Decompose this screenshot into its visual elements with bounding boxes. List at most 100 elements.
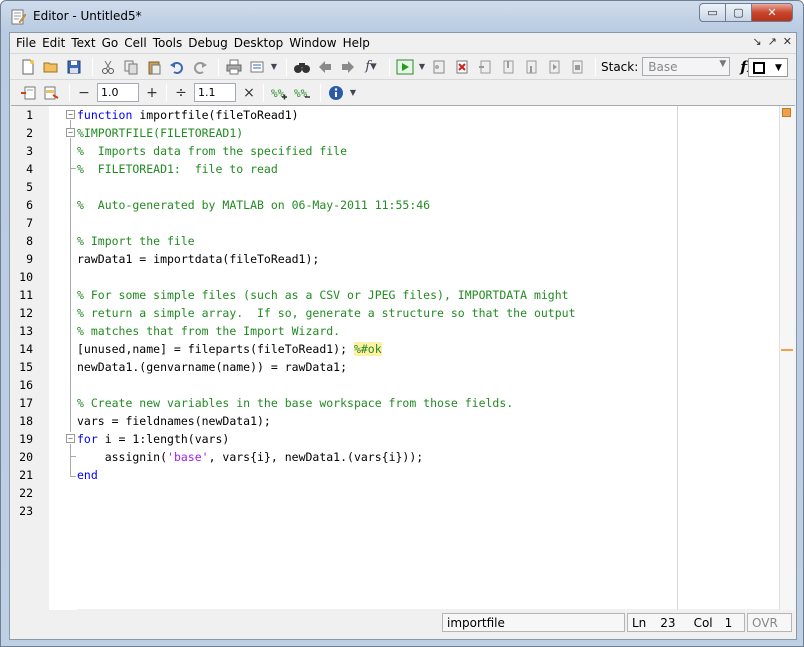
run-dropdown-icon[interactable]: ▼: [418, 57, 426, 77]
toolbar-separator: [69, 83, 70, 102]
code-line-21: end: [77, 468, 98, 482]
code-line-4: % FILETOREAD1: file to read: [77, 162, 278, 176]
code-text: [unused,name] = fileparts(fileToRead1);: [77, 342, 354, 356]
menu-debug[interactable]: Debug: [185, 36, 230, 50]
fold-guide: [70, 138, 71, 168]
stack-dropdown[interactable]: Base ▼: [642, 57, 731, 76]
comment-remove-icon[interactable]: %%: [292, 83, 312, 103]
menu-cell[interactable]: Cell: [121, 36, 149, 50]
fold-guide: [70, 168, 71, 432]
scale-value-input[interactable]: 1.1: [194, 83, 236, 102]
run-icon[interactable]: [395, 57, 415, 77]
paste-icon[interactable]: [144, 57, 164, 77]
code-line-12: % return a simple array. If so, generate…: [77, 306, 576, 320]
menu-desktop[interactable]: Desktop: [231, 36, 287, 50]
new-file-icon[interactable]: [18, 57, 38, 77]
mlint-warning-marker[interactable]: [781, 349, 793, 351]
code-line-18: vars = fieldnames(newData1);: [77, 414, 271, 428]
line-number: 7: [26, 216, 33, 230]
insert-cell-icon[interactable]: [18, 83, 38, 103]
step-icon[interactable]: [475, 57, 495, 77]
fold-toggle-icon[interactable]: −: [66, 110, 75, 119]
maximize-button[interactable]: ▢: [725, 3, 751, 22]
continue-icon[interactable]: [544, 57, 564, 77]
mlint-suppressed-comment: %#ok: [353, 342, 382, 356]
toolbar-separator: [218, 57, 219, 76]
function-browser-icon[interactable]: f▾: [361, 57, 381, 77]
open-folder-icon[interactable]: [41, 57, 61, 77]
line-number: 15: [19, 360, 33, 374]
exit-debug-icon[interactable]: [567, 57, 587, 77]
decrement-button[interactable]: −: [75, 85, 93, 101]
print-icon[interactable]: [224, 57, 244, 77]
publish-dropdown-icon[interactable]: ▼: [270, 57, 278, 77]
divide-button[interactable]: ÷: [172, 85, 190, 101]
overwrite-mode-indicator: OVR: [747, 613, 792, 632]
fold-toggle-icon[interactable]: −: [66, 128, 75, 137]
line-number: 16: [19, 378, 33, 392]
cursor-position-field: Ln 23 Col 1: [627, 613, 745, 632]
menu-help[interactable]: Help: [340, 36, 373, 50]
menu-edit[interactable]: Edit: [39, 36, 68, 50]
dock-icon[interactable]: ↗: [768, 35, 777, 48]
step-in-icon[interactable]: [498, 57, 518, 77]
fold-toggle-icon[interactable]: −: [66, 434, 75, 443]
string-literal: 'base': [167, 450, 209, 464]
code-text: importfile(fileToRead1): [132, 108, 299, 122]
code-line-17: % Create new variables in the base works…: [77, 396, 514, 410]
info-icon[interactable]: [326, 83, 346, 103]
set-breakpoint-icon[interactable]: [429, 57, 449, 77]
step-out-icon[interactable]: [521, 57, 541, 77]
evaluate-cell-icon[interactable]: [41, 83, 61, 103]
undo-icon[interactable]: [167, 57, 187, 77]
line-number: 14: [19, 342, 33, 356]
keyword: for: [77, 432, 98, 446]
info-dropdown-icon[interactable]: ▼: [349, 83, 357, 103]
increment-button[interactable]: +: [143, 85, 161, 101]
redo-icon[interactable]: [190, 57, 210, 77]
menu-go[interactable]: Go: [99, 36, 122, 50]
menu-tools[interactable]: Tools: [150, 36, 186, 50]
code-line-6: % Auto-generated by MATLAB on 06-May-201…: [77, 198, 431, 212]
window-layout-icon: [753, 61, 765, 74]
layout-toggle-button[interactable]: ▼: [748, 58, 788, 77]
undock-icon[interactable]: ↘: [752, 35, 761, 48]
mlint-message-bar[interactable]: [779, 106, 795, 610]
line-number: 3: [26, 144, 33, 158]
forward-arrow-icon[interactable]: [338, 57, 358, 77]
find-binoculars-icon[interactable]: [292, 57, 312, 77]
code-line-15: newData1.(genvarname(name)) = rawData1;: [77, 360, 348, 374]
code-text-area[interactable]: function importfile(fileToRead1) %IMPORT…: [77, 106, 677, 610]
chevron-down-icon: ▼: [775, 62, 782, 73]
menu-bar: File Edit Text Go Cell Tools Debug Deskt…: [10, 33, 796, 53]
back-arrow-icon[interactable]: [315, 57, 335, 77]
close-document-icon[interactable]: ✕: [783, 35, 792, 48]
line-number: 1: [26, 108, 33, 122]
fold-guide: [70, 456, 71, 476]
code-line-20: assignin('base', vars{i}, newData1.(vars…: [77, 448, 424, 466]
minimize-icon: ▭: [707, 6, 718, 19]
multiply-button[interactable]: ×: [240, 85, 258, 101]
mlint-status-indicator[interactable]: [782, 108, 791, 117]
cut-icon[interactable]: [98, 57, 118, 77]
status-bar: importfile Ln 23 Col 1 OVR: [11, 611, 795, 633]
code-line-19: for i = 1:length(vars): [77, 430, 229, 448]
line-number: 21: [19, 468, 33, 482]
toolbar-separator: [286, 57, 287, 76]
menu-file[interactable]: File: [13, 36, 39, 50]
copy-icon[interactable]: [121, 57, 141, 77]
comment-add-icon[interactable]: %%: [269, 83, 289, 103]
publish-icon[interactable]: [247, 57, 267, 77]
title-bar[interactable]: Editor - Untitled5* ▭ ▢ ✕: [1, 1, 803, 33]
code-editor[interactable]: 1 2 3 4 5 6 7 8 9 10 11 12 13 14 15 16 1…: [11, 105, 795, 610]
line-number: 13: [19, 324, 33, 338]
increment-value-input[interactable]: 1.0: [97, 83, 139, 102]
clear-breakpoints-icon[interactable]: [452, 57, 472, 77]
code-line-1: function importfile(fileToRead1): [77, 106, 299, 124]
menu-text[interactable]: Text: [68, 36, 98, 50]
save-icon[interactable]: [64, 57, 84, 77]
close-button[interactable]: ✕: [751, 3, 793, 22]
stack-value: Base: [648, 59, 678, 74]
menu-window[interactable]: Window: [286, 36, 339, 50]
minimize-button[interactable]: ▭: [699, 3, 725, 22]
